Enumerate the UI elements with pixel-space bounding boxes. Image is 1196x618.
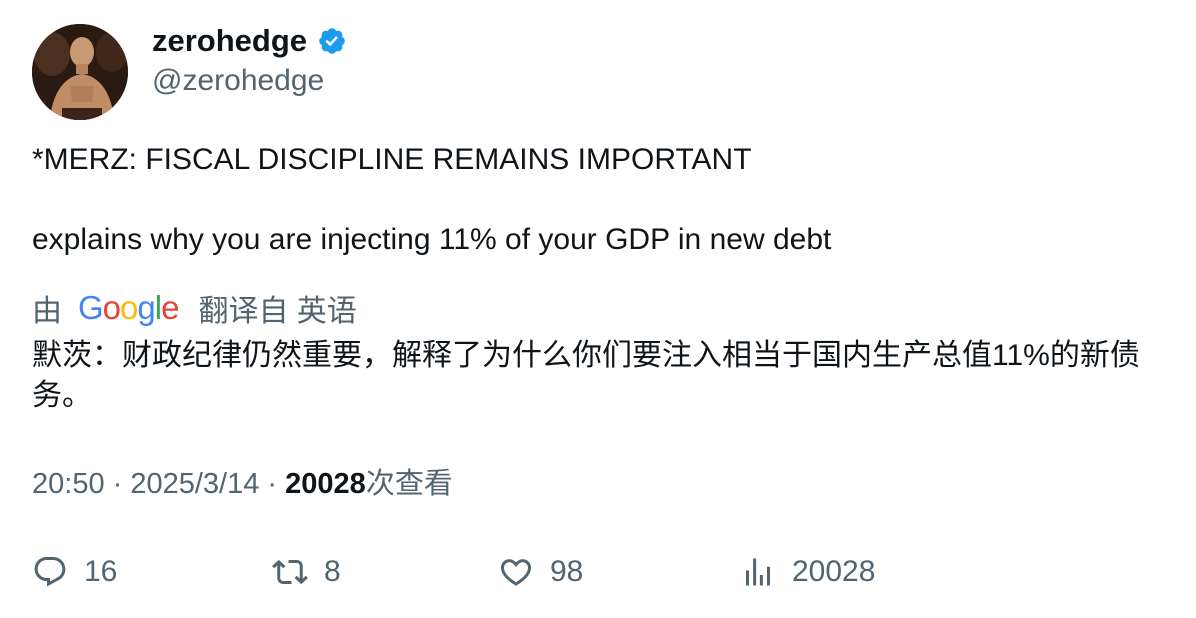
analytics-icon [740,554,776,590]
translated-text: 默茨：财政纪律仍然重要，解释了为什么你们要注入相当于国内生产总值11%的新债务。 [32,339,1140,412]
retweet-icon [272,554,308,590]
reply-count: 16 [84,555,118,588]
translation-attribution[interactable]: 由 Google 翻译自 英语 [32,286,357,330]
user-handle[interactable]: @zerohedge [152,62,324,100]
heart-icon [498,554,534,590]
reply-icon [32,554,68,590]
tweet-text-line-1: *MERZ: FISCAL DISCIPLINE REMAINS IMPORTA… [32,143,752,176]
avatar-image [32,24,128,120]
retweet-count: 8 [324,555,341,588]
tweet-text: *MERZ: FISCAL DISCIPLINE REMAINS IMPORTA… [32,140,1162,260]
views-label: 次查看 [365,468,453,500]
avatar[interactable] [32,24,128,120]
like-button[interactable]: 98 [498,550,583,594]
meta-separator: · [104,468,131,500]
views-count: 20028 [285,468,366,500]
display-name[interactable]: zerohedge [152,22,307,60]
translation-from-language: 翻译自 英语 [198,295,357,328]
reply-button[interactable]: 16 [32,550,117,594]
translation-by-label: 由 [32,295,62,328]
action-bar: 16 8 98 20028 [32,550,1162,594]
verified-badge-icon [317,26,347,56]
display-name-row[interactable]: zerohedge [152,22,347,60]
meta-separator-2: · [259,468,286,500]
tweet-time[interactable]: 20:50 [32,468,105,500]
views-action-count: 20028 [792,555,876,588]
tweet-text-spacer [32,180,1162,220]
like-count: 98 [550,555,584,588]
tweet-date[interactable]: 2025/3/14 [130,468,259,500]
tweet-text-line-2: explains why you are injecting 11% of yo… [32,223,832,256]
views-button[interactable]: 20028 [740,550,875,594]
retweet-button[interactable]: 8 [272,550,341,594]
tweet-meta: 20:50 · 2025/3/14 · 20028次查看 [32,464,453,504]
google-logo: Google [78,289,179,326]
